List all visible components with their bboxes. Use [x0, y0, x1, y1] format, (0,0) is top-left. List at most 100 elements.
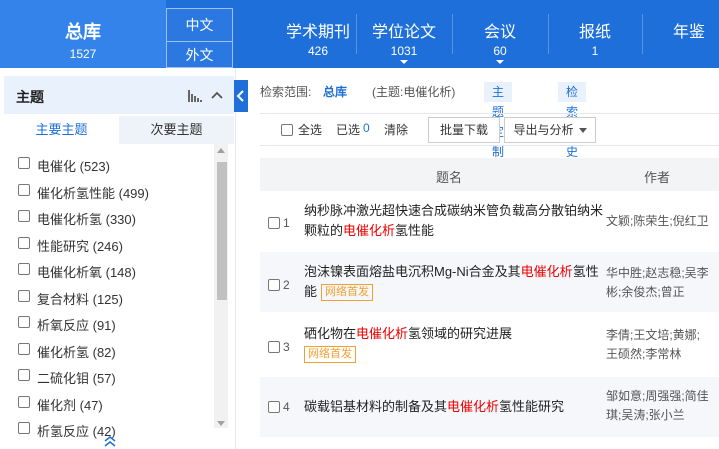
row-checkbox[interactable] — [268, 217, 280, 229]
title-text: 氢领域的研究进展 — [408, 326, 513, 341]
topic-item[interactable]: 复合材料 (125) — [14, 283, 210, 310]
scrollbar-thumb[interactable] — [217, 162, 227, 300]
tab-yearbook[interactable]: 年鉴 — [643, 0, 719, 68]
tab-theses-count: 1031 — [390, 44, 418, 58]
tab-theses[interactable]: 学位论文 1031 — [357, 0, 451, 68]
checkbox[interactable] — [18, 342, 30, 355]
row-checkbox[interactable] — [268, 401, 280, 413]
checkbox[interactable] — [18, 422, 30, 434]
scroll-down-icon[interactable] — [217, 421, 225, 426]
checkbox[interactable] — [18, 236, 30, 249]
topic-item[interactable]: 析氧反应 (91) — [14, 309, 210, 336]
column-header-title[interactable]: 题名 — [436, 167, 462, 186]
checkbox[interactable] — [18, 369, 30, 381]
column-header-author[interactable]: 作者 — [644, 167, 670, 186]
checkbox[interactable] — [18, 183, 30, 196]
checkbox[interactable] — [18, 316, 30, 328]
title-highlight: 电催化析 — [356, 326, 409, 341]
tab-zongku-count: 1527 — [69, 47, 97, 61]
title-text: 氢性能 — [395, 223, 435, 238]
checkbox[interactable] — [18, 289, 30, 302]
author-line: 琪;吴涛;张小兰 — [606, 408, 685, 422]
topic-item[interactable]: 性能研究 (246) — [14, 230, 210, 257]
tab-theses-label: 学位论文 — [371, 24, 436, 41]
row-title-link[interactable]: 硒化物在电催化析氢领域的研究进展网络首发 — [304, 324, 604, 364]
online-first-badge: 网络首发 — [304, 346, 356, 364]
author-line: 邹如意;周强强;简佳 — [606, 389, 709, 403]
topic-customize-button[interactable]: 主题定制 — [484, 82, 513, 159]
select-all-label[interactable]: 全选 — [298, 121, 322, 138]
tab-secondary-topic[interactable]: 次要主题 — [119, 116, 234, 144]
row-title-link[interactable]: 纳秒脉冲激光超快速合成碳纳米管负载高分散铂纳米颗粒的电催化析氢性能 — [304, 201, 604, 241]
row-authors[interactable]: 李倩;王文培;黄娜; 王硕然;李常林 — [606, 326, 719, 364]
selected-label: 已选 — [336, 123, 361, 137]
row-authors[interactable]: 文颖;陈荣生;倪红卫 — [606, 212, 719, 231]
row-title-link[interactable]: 泡沫镍表面熔盐电沉积Mg-Ni合金及其电催化析氢性能 网络首发 — [304, 262, 604, 302]
row-checkbox[interactable] — [268, 279, 280, 291]
row-title-link[interactable]: 碳载铝基材料的制备及其电催化析氢性能研究 — [304, 397, 604, 417]
topic-item[interactable]: 电催化析氢 (330) — [14, 203, 210, 230]
double-chevron-up-icon[interactable] — [102, 434, 118, 448]
topic-item[interactable]: 电催化 (523) — [14, 150, 210, 177]
bar-chart-icon[interactable] — [188, 90, 202, 102]
topic-label: 性能研究 (246) — [37, 238, 123, 254]
checkbox[interactable] — [18, 263, 30, 275]
tab-zongku[interactable]: 总库 1527 — [0, 0, 166, 68]
export-analysis-button[interactable]: 导出与分析 — [504, 117, 596, 143]
topic-label: 二硫化钼 (57) — [37, 371, 116, 386]
search-history-button[interactable]: 检索历史 — [558, 82, 587, 159]
table-row: 2 泡沫镍表面熔盐电沉积Mg-Ni合金及其电催化析氢性能 网络首发 华中胜;赵志稳… — [260, 252, 719, 312]
lang-zh-button[interactable]: 中文 — [166, 8, 233, 41]
lang-en-button[interactable]: 外文 — [166, 41, 233, 68]
row-authors[interactable]: 邹如意;周强强;简佳 琪;吴涛;张小兰 — [606, 387, 719, 425]
sidebar: 主题 主要主题 次要主题 电催化 (523) 催化析氢性能 (499) 电催化析… — [0, 68, 236, 449]
topic-item[interactable]: 二硫化钼 (57) — [14, 362, 210, 389]
chevron-down-icon — [578, 128, 587, 134]
collapse-sidebar-button[interactable] — [234, 80, 248, 112]
tab-primary-topic[interactable]: 主要主题 — [4, 116, 119, 144]
topic-label: 催化析氢性能 (499) — [37, 185, 149, 201]
scope-label: 检索范围: — [260, 85, 312, 99]
page: 总库 1527 中文 外文 学术期刊 426 学位论文 1031 会议 60 报… — [0, 0, 719, 449]
title-highlight: 电催化析 — [520, 264, 573, 279]
online-first-badge: 网络首发 — [321, 284, 374, 302]
topic-item[interactable]: 电催化析氧 (148) — [14, 256, 210, 283]
topic-label: 电催化 (523) — [37, 159, 110, 174]
title-highlight: 电催化析 — [447, 399, 500, 414]
topic-item[interactable]: 催化析氢 (82) — [14, 336, 210, 363]
batch-download-button[interactable]: 批量下载 — [428, 117, 500, 143]
scroll-up-icon[interactable] — [217, 148, 225, 153]
chevron-up-icon[interactable] — [210, 88, 224, 102]
tab-newspaper-count: 1 — [591, 44, 599, 58]
row-checkbox[interactable] — [268, 341, 280, 353]
checkbox[interactable] — [18, 157, 30, 169]
author-line: 文颖;陈荣生;倪红卫 — [606, 214, 709, 228]
row-number: 2 — [283, 278, 290, 292]
checkbox[interactable] — [18, 395, 30, 408]
clear-button[interactable]: 清除 — [384, 121, 408, 138]
checkbox[interactable] — [18, 210, 30, 222]
row-authors[interactable]: 华中胜;赵志稳;吴李 彬;余俊杰;曾正 — [606, 264, 719, 302]
sidebar-header: 主题 — [4, 76, 234, 114]
title-highlight: 电催化析 — [343, 223, 396, 238]
topic-label: 析氧反应 (91) — [37, 318, 116, 333]
tab-newspaper[interactable]: 报纸 1 — [549, 0, 641, 68]
row-number: 1 — [283, 216, 290, 230]
selected-count: 0 — [363, 121, 370, 135]
tab-conference[interactable]: 会议 60 — [453, 0, 547, 68]
select-all-checkbox[interactable] — [281, 124, 293, 136]
author-line: 华中胜;赵志稳;吴李 — [606, 266, 709, 280]
tab-newspaper-label: 报纸 — [578, 24, 611, 41]
row-number: 4 — [283, 400, 290, 414]
top-nav: 总库 1527 中文 外文 学术期刊 426 学位论文 1031 会议 60 报… — [0, 0, 719, 68]
title-text: 泡沫镍表面熔盐电沉积Mg-Ni合金及其 — [304, 264, 521, 279]
title-text: 硒化物在 — [304, 326, 357, 341]
tab-conference-count: 60 — [493, 44, 507, 58]
sidebar-title: 主题 — [16, 89, 44, 105]
tab-conference-label: 会议 — [483, 24, 516, 41]
scope-db-link[interactable]: 总库 — [323, 82, 347, 102]
topic-item[interactable]: 催化析氢性能 (499) — [14, 177, 210, 204]
export-label: 导出与分析 — [513, 123, 574, 137]
topic-list: 电催化 (523) 催化析氢性能 (499) 电催化析氢 (330) 性能研究 … — [14, 150, 210, 442]
topic-item[interactable]: 催化剂 (47) — [14, 389, 210, 416]
